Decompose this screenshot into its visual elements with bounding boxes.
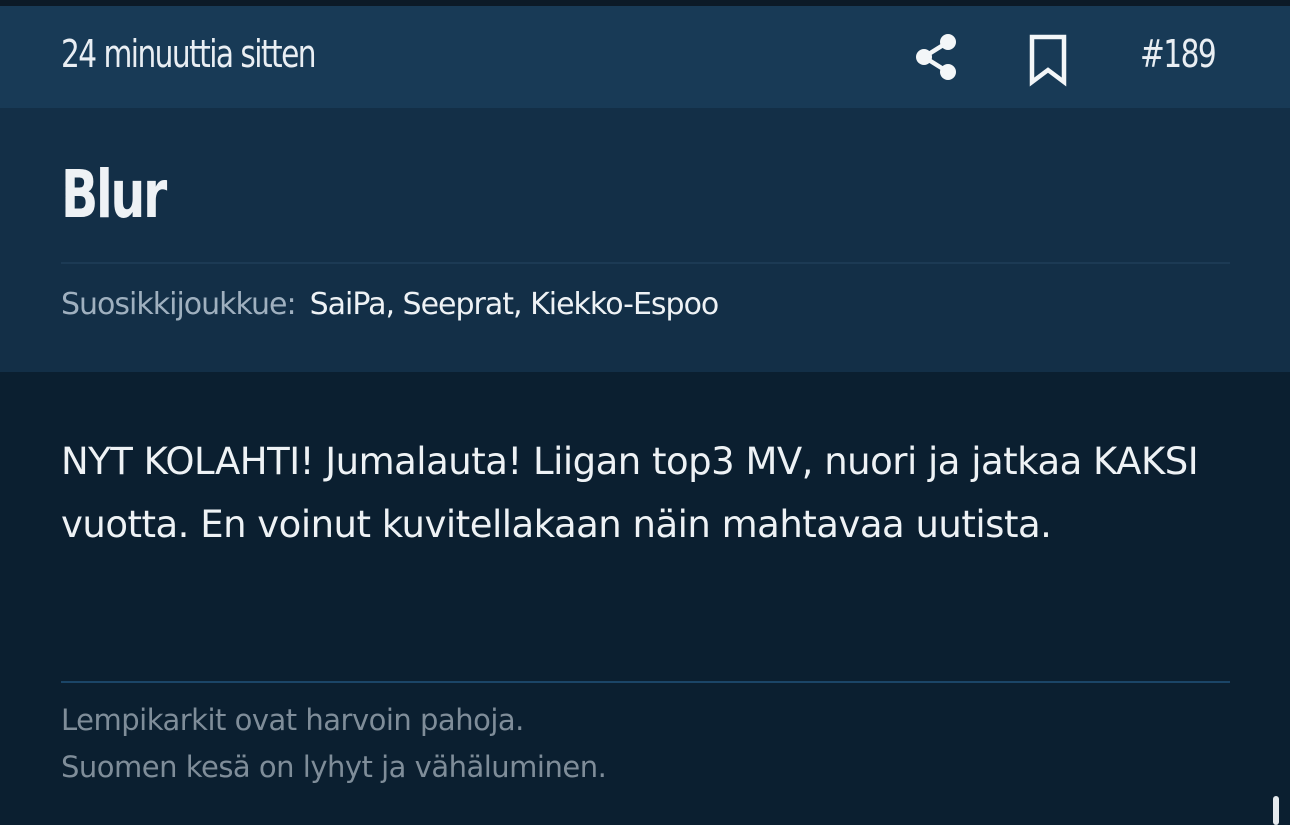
author-divider [61, 262, 1230, 264]
signature-divider [61, 681, 1230, 683]
bookmark-icon[interactable] [1028, 33, 1068, 87]
signature-line-2: Suomen kesä on lyhyt ja vähäluminen. [61, 750, 607, 784]
signature-line-1: Lempikarkit ovat harvoin pahoja. [61, 703, 524, 737]
share-icon[interactable] [914, 33, 958, 81]
favorite-team-label: Suosikkijoukkue: [61, 287, 297, 322]
post-number[interactable]: #189 [1140, 28, 1217, 80]
author-panel: Blur Suosikkijoukkue: SaiPa, Seeprat, Kie… [0, 108, 1290, 372]
post-meta-bar: 24 minuuttia sitten #189 [0, 6, 1290, 108]
post-body: NYT KOLAHTI! Jumalauta! Liigan top3 MV, … [61, 440, 1199, 546]
signature: Lempikarkit ovat harvoin pahoja. Suomen … [61, 697, 607, 791]
favorite-team-value: SaiPa, Seeprat, Kiekko-Espoo [309, 287, 720, 322]
post-timestamp: 24 minuuttia sitten [61, 32, 317, 76]
favorite-team-row: Suosikkijoukkue: SaiPa, Seeprat, Kiekko-E… [61, 284, 720, 326]
author-name[interactable]: Blur [61, 152, 167, 238]
scrollbar[interactable] [1273, 796, 1279, 825]
